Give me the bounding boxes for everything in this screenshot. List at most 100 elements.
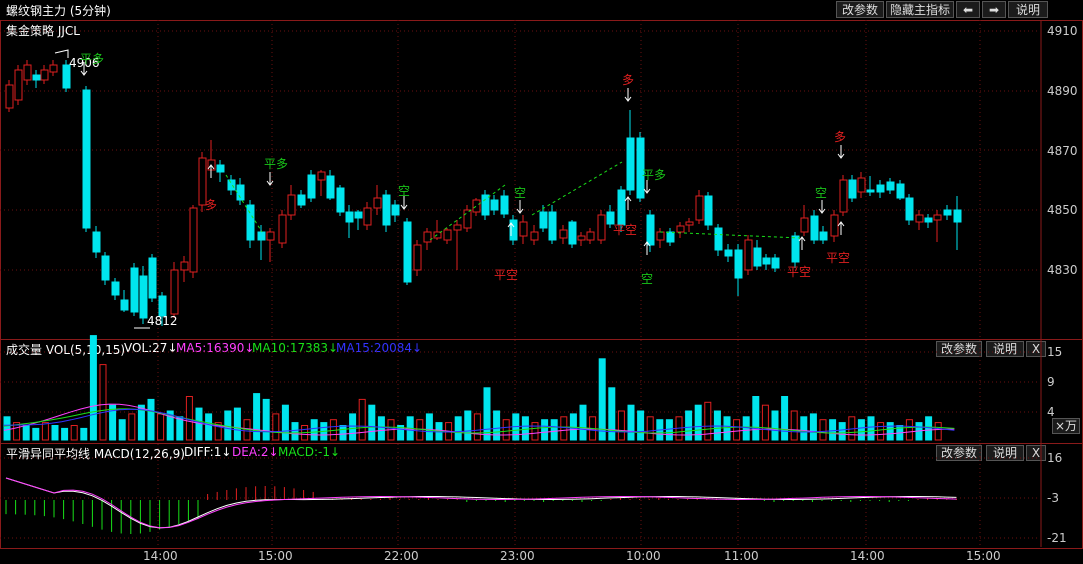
volume-bar — [819, 419, 827, 441]
volume-bar — [733, 419, 741, 441]
candle-body — [539, 211, 548, 229]
volume-bar — [128, 413, 136, 441]
candle-body — [791, 235, 800, 263]
volume-bar — [790, 410, 798, 441]
volume-bar — [147, 398, 155, 441]
volume-bar — [550, 419, 558, 441]
candle-body — [443, 229, 452, 241]
signal-label: 多 — [205, 198, 218, 212]
candle-body — [933, 214, 942, 221]
candle-body — [656, 231, 665, 241]
volume-bar — [291, 422, 299, 441]
candle-body — [744, 239, 753, 271]
candle-body — [953, 209, 962, 223]
volume-bar — [809, 413, 817, 441]
candle-body — [886, 181, 895, 191]
candle-body — [586, 231, 595, 241]
candle-body — [453, 224, 462, 231]
volume-bar — [665, 419, 673, 441]
volume-bar — [905, 419, 913, 441]
candle-body — [830, 214, 839, 237]
volume-bar — [339, 425, 347, 441]
candle-body — [287, 194, 296, 216]
candle-body — [734, 249, 743, 279]
candle-body — [180, 261, 189, 271]
volume-bar — [857, 419, 865, 441]
volume-bar — [867, 416, 875, 441]
candle-body — [762, 257, 771, 265]
volume-bar — [233, 407, 241, 441]
candle-body — [463, 209, 472, 229]
candle-body — [363, 207, 372, 226]
signal-label: 空 — [641, 272, 654, 286]
volume-bar — [368, 404, 376, 441]
volume-bar — [157, 413, 165, 441]
volume-bar — [349, 413, 357, 441]
volume-bar — [752, 396, 760, 441]
volume-bar — [3, 416, 11, 441]
volume-bar — [205, 413, 213, 441]
candle-body — [819, 231, 828, 241]
volume-bar — [377, 416, 385, 441]
candle-body — [704, 195, 713, 226]
candle-body — [876, 184, 885, 193]
candle-body — [278, 214, 287, 244]
volume-bar — [41, 422, 49, 441]
volume-bar — [224, 410, 232, 441]
volume-bar — [521, 416, 529, 441]
candle-body — [915, 214, 924, 223]
candle-body — [839, 179, 848, 213]
volume-bar — [32, 427, 40, 441]
volume-bar — [877, 422, 885, 441]
candle-body — [257, 231, 266, 241]
high-marker — [54, 49, 69, 58]
candle-body — [40, 69, 49, 81]
signal-label: 多 — [622, 73, 635, 87]
volume-bar — [310, 419, 318, 441]
candle-body — [577, 235, 586, 241]
candle-body — [490, 199, 499, 211]
low-price-label: 4812 — [147, 314, 178, 328]
signal-label: 平空 — [613, 223, 638, 237]
volume-bar — [80, 427, 88, 441]
candle-body — [771, 257, 780, 269]
trend-line — [531, 161, 623, 216]
volume-bar — [473, 413, 481, 441]
volume-bar — [61, 427, 69, 441]
signal-label: 平空 — [787, 265, 812, 279]
volume-bar — [771, 410, 779, 441]
signal-label: 空 — [514, 186, 527, 200]
candle-body — [82, 89, 91, 229]
volume-bar — [685, 410, 693, 441]
candle-body — [548, 211, 557, 241]
signal-label: 平空 — [826, 251, 851, 265]
candle-body — [92, 231, 101, 253]
volume-bar — [934, 422, 942, 441]
volume-bar — [598, 358, 606, 441]
volume-bar — [617, 410, 625, 441]
candle-body — [559, 229, 568, 239]
candle-body — [345, 211, 354, 223]
volume-bar — [464, 410, 472, 441]
candle-body — [354, 211, 363, 219]
volume-bar — [838, 422, 846, 441]
volume-bar — [176, 416, 184, 441]
candle-body — [857, 177, 866, 193]
macd-diff-line — [5, 477, 957, 529]
candle-body — [714, 227, 723, 251]
signal-label: 平多 — [642, 168, 667, 182]
candle-body — [101, 255, 110, 281]
volume-bar — [51, 425, 59, 441]
volume-bar — [637, 410, 645, 441]
candle-body — [120, 299, 129, 311]
candle-body — [753, 247, 762, 267]
candle-body — [391, 204, 400, 216]
candle-body — [326, 175, 335, 199]
candle-body — [519, 221, 528, 237]
candle-body — [373, 197, 382, 209]
candle-body — [724, 249, 733, 257]
candle-body — [14, 69, 23, 101]
candle-body — [317, 171, 326, 181]
candle-body — [5, 84, 14, 109]
candle-body — [189, 207, 198, 273]
